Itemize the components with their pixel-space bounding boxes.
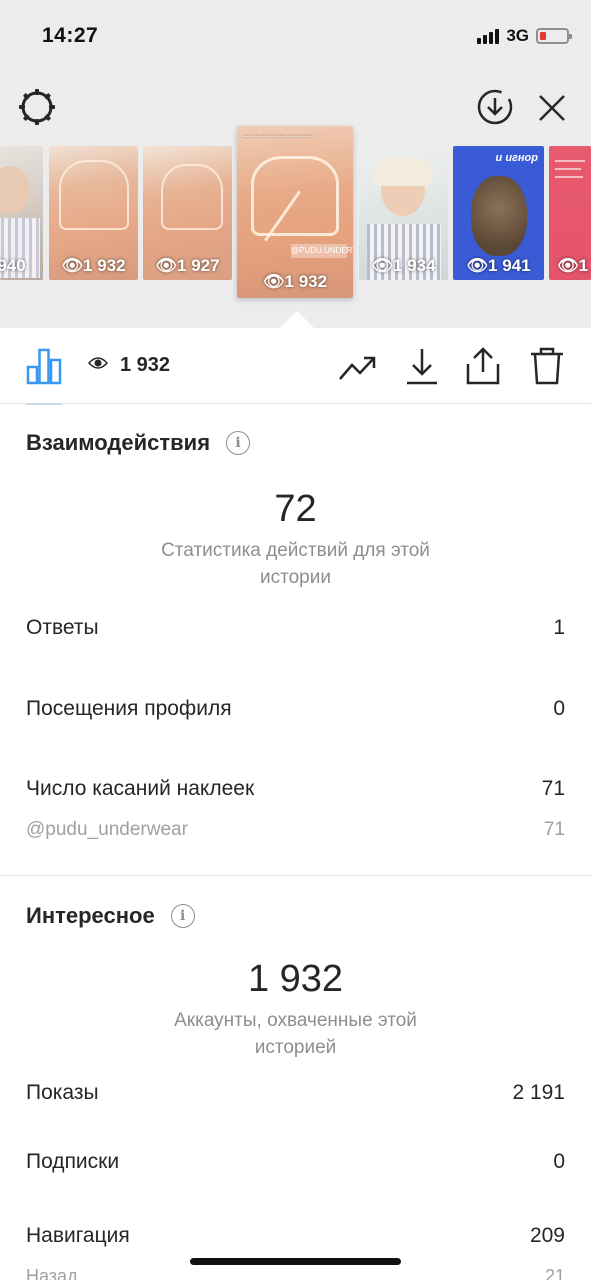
network-type: 3G (506, 26, 529, 45)
metric-row-replies: Ответы 1 (26, 616, 565, 640)
section-divider (0, 875, 591, 876)
status-indicators: 3G (477, 26, 572, 46)
story-view-count: 👁1 932 (61, 256, 126, 275)
metric-label: Посещения профиля (26, 697, 232, 720)
metric-sublabel: Назад (26, 1266, 78, 1280)
metric-label: Показы (26, 1081, 99, 1104)
interactions-total-block: 72 Статистика действий для этой истории (0, 488, 591, 591)
sticker-mention: @PUDU.UNDERWEAR (291, 244, 353, 258)
story-thumbnail-selected[interactable]: — — — — — — — — @PUDU.UNDERWEAR 👁1 932 (237, 126, 353, 298)
interactions-title-text: Взаимодействия (26, 430, 211, 455)
info-icon[interactable]: i (170, 904, 195, 928)
metric-value: 2 191 (512, 1081, 565, 1104)
selected-story-pointer (280, 311, 314, 328)
eye-icon (87, 356, 109, 375)
home-indicator[interactable] (190, 1258, 401, 1265)
metric-row-sticker-taps: Число касаний наклеек 71 (26, 777, 565, 801)
close-icon[interactable] (532, 88, 572, 128)
interactions-section-title: Взаимодействия i (26, 430, 251, 456)
insights-toolbar: 1 932 (0, 328, 591, 405)
story-view-count: 👁1 932 (262, 272, 328, 291)
metric-sublabel: @pudu_underwear (26, 819, 188, 840)
delete-trash-icon[interactable] (527, 344, 567, 388)
views-count: 1 932 (120, 354, 171, 376)
download-icon[interactable] (402, 344, 442, 388)
settings-icon[interactable] (16, 86, 58, 128)
metric-row-profile-visits: Посещения профиля 0 (26, 697, 565, 721)
signal-icon (477, 28, 500, 44)
story-thumbnail[interactable]: 👁1 934 (359, 146, 448, 280)
story-thumbnail[interactable]: 👁1 932 (49, 146, 138, 280)
discovery-total: 1 932 (247, 958, 344, 1000)
discovery-total-block: 1 932 Аккаунты, охваченные этой историей (0, 958, 591, 1061)
metric-label: Ответы (26, 616, 99, 639)
story-thumbnail[interactable]: 940 (0, 146, 43, 280)
metric-subrow-sticker-mention: @pudu_underwear 71 (26, 819, 565, 841)
promote-trend-icon[interactable] (336, 348, 380, 388)
story-view-count: 940 (0, 256, 26, 275)
discovery-section-title: Интересное i (26, 903, 195, 929)
discovery-caption: Аккаунты, охваченные этой историей (0, 1007, 591, 1061)
interactions-caption-line1: Статистика действий для этой (161, 540, 430, 561)
metric-label: Подписки (26, 1150, 120, 1173)
metric-subvalue: 21 (544, 1266, 565, 1280)
metric-value: 1 (553, 616, 565, 639)
story-view-count: 👁1 927 (155, 256, 220, 275)
interactions-total: 72 (274, 488, 317, 530)
story-caption-text: — — — — — — — — (243, 133, 313, 140)
story-preview-area: 14:27 3G 940 👁1 932 👁1 927 — — — — — — —… (0, 0, 591, 328)
share-icon[interactable] (463, 344, 503, 388)
metric-row-follows: Подписки 0 (26, 1150, 565, 1174)
story-view-count: 👁1 941 (466, 256, 531, 275)
metric-value: 71 (541, 777, 565, 800)
metric-subvalue: 71 (543, 819, 565, 840)
metric-row-navigation: Навигация 209 (26, 1224, 565, 1248)
battery-icon (536, 28, 572, 44)
interactions-caption-line2: истории (260, 567, 331, 588)
insights-bar-chart-icon[interactable] (24, 346, 64, 386)
interactions-caption: Статистика действий для этой истории (0, 537, 591, 591)
metric-subrow-back: Назад 21 (26, 1266, 565, 1280)
story-view-count: 👁1 (557, 256, 589, 275)
story-thumbnail-strip[interactable]: 940 👁1 932 👁1 927 — — — — — — — — @PUDU.… (0, 126, 591, 298)
story-overlay-text: и игнор (495, 152, 538, 164)
metric-label: Число касаний наклеек (26, 777, 255, 800)
status-time: 14:27 (42, 24, 99, 47)
active-tab-indicator (26, 403, 62, 405)
metric-row-impressions: Показы 2 191 (26, 1081, 565, 1105)
discovery-title-text: Интересное (26, 903, 155, 928)
story-thumbnail[interactable]: и игнор 👁1 941 (453, 146, 544, 280)
discovery-caption-line1: Аккаунты, охваченные этой (174, 1010, 417, 1031)
metric-value: 209 (529, 1224, 565, 1247)
metric-value: 0 (553, 697, 565, 720)
story-thumbnail[interactable]: 👁1 (549, 146, 591, 280)
info-icon[interactable]: i (226, 431, 251, 455)
metric-value: 0 (553, 1150, 565, 1173)
story-view-count: 👁1 934 (371, 256, 436, 275)
discovery-caption-line2: историей (254, 1037, 337, 1058)
metric-label: Навигация (26, 1224, 130, 1247)
story-thumbnail[interactable]: 👁1 927 (143, 146, 232, 280)
save-story-icon[interactable] (474, 86, 516, 128)
views-summary: 1 932 (87, 354, 171, 377)
